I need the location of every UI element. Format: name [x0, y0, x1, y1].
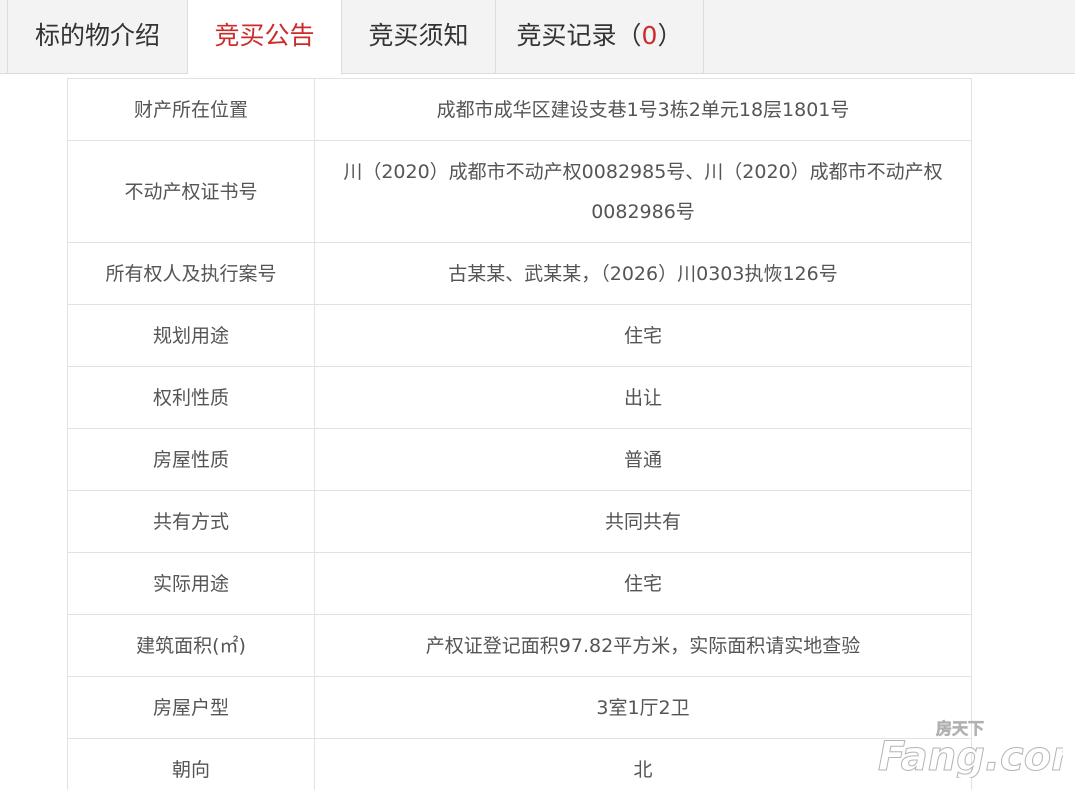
- tab-bar: 标的物介绍 竞买公告 竞买须知 竞买记录（0）: [0, 0, 1075, 75]
- table-row: 所有权人及执行案号 古某某、武某某，（2026）川0303执恢126号: [67, 242, 972, 305]
- row-label: 朝向: [67, 738, 315, 790]
- row-value: 产权证登记面积97.82平方米，实际面积请实地查验: [314, 614, 972, 677]
- tab-label: 竞买记录（: [516, 21, 642, 50]
- tab-label: 竞买须知: [368, 21, 469, 50]
- tab-bid-records[interactable]: 竞买记录（0）: [496, 0, 704, 74]
- row-value: 川（2020）成都市不动产权0082985号、川（2020）成都市不动产权008…: [314, 140, 972, 243]
- table-row: 不动产权证书号 川（2020）成都市不动产权0082985号、川（2020）成都…: [67, 140, 972, 243]
- row-label: 所有权人及执行案号: [67, 242, 315, 305]
- row-label: 建筑面积(㎡): [67, 614, 315, 677]
- row-value: 出让: [314, 366, 972, 429]
- row-value: 共同共有: [314, 490, 972, 553]
- table-row: 朝向 北: [67, 738, 972, 790]
- table-row: 财产所在位置 成都市成华区建设支巷1号3栋2单元18层1801号: [67, 78, 972, 141]
- tab-announcement[interactable]: 竞买公告: [188, 0, 342, 75]
- table-row: 权利性质 出让: [67, 366, 972, 429]
- row-value: 成都市成华区建设支巷1号3栋2单元18层1801号: [314, 78, 972, 141]
- property-info-table-wrap: 财产所在位置 成都市成华区建设支巷1号3栋2单元18层1801号 不动产权证书号…: [67, 78, 972, 790]
- bid-count-badge: 0: [641, 21, 658, 50]
- table-row: 规划用途 住宅: [67, 304, 972, 367]
- table-row: 房屋性质 普通: [67, 428, 972, 491]
- row-value: 北: [314, 738, 972, 790]
- row-label: 权利性质: [67, 366, 315, 429]
- row-value: 住宅: [314, 304, 972, 367]
- row-label: 共有方式: [67, 490, 315, 553]
- tab-item-intro[interactable]: 标的物介绍: [7, 0, 188, 74]
- tab-notice[interactable]: 竞买须知: [342, 0, 496, 74]
- table-row: 实际用途 住宅: [67, 552, 972, 615]
- fang-watermark-logo: 房天下 Fang.com: [878, 719, 1063, 778]
- tab-label: 标的物介绍: [34, 21, 160, 50]
- table-row: 建筑面积(㎡) 产权证登记面积97.82平方米，实际面积请实地查验: [67, 614, 972, 677]
- table-row: 共有方式 共同共有: [67, 490, 972, 553]
- tab-label-suffix: ）: [657, 21, 683, 50]
- row-value: 3室1厅2卫: [314, 676, 972, 739]
- row-label: 实际用途: [67, 552, 315, 615]
- row-value: 普通: [314, 428, 972, 491]
- row-label: 不动产权证书号: [67, 140, 315, 243]
- row-value: 古某某、武某某，（2026）川0303执恢126号: [314, 242, 972, 305]
- tab-label: 竞买公告: [214, 21, 315, 50]
- table-row: 房屋户型 3室1厅2卫: [67, 676, 972, 739]
- row-value: 住宅: [314, 552, 972, 615]
- watermark-logo-text: Fang.com: [878, 734, 1063, 778]
- page: 标的物介绍 竞买公告 竞买须知 竞买记录（0） 财产所在位置 成都市成华区建设支…: [0, 0, 1075, 790]
- row-label: 房屋性质: [67, 428, 315, 491]
- row-label: 规划用途: [67, 304, 315, 367]
- row-label: 房屋户型: [67, 676, 315, 739]
- row-label: 财产所在位置: [67, 78, 315, 141]
- property-info-table: 财产所在位置 成都市成华区建设支巷1号3栋2单元18层1801号 不动产权证书号…: [67, 78, 972, 790]
